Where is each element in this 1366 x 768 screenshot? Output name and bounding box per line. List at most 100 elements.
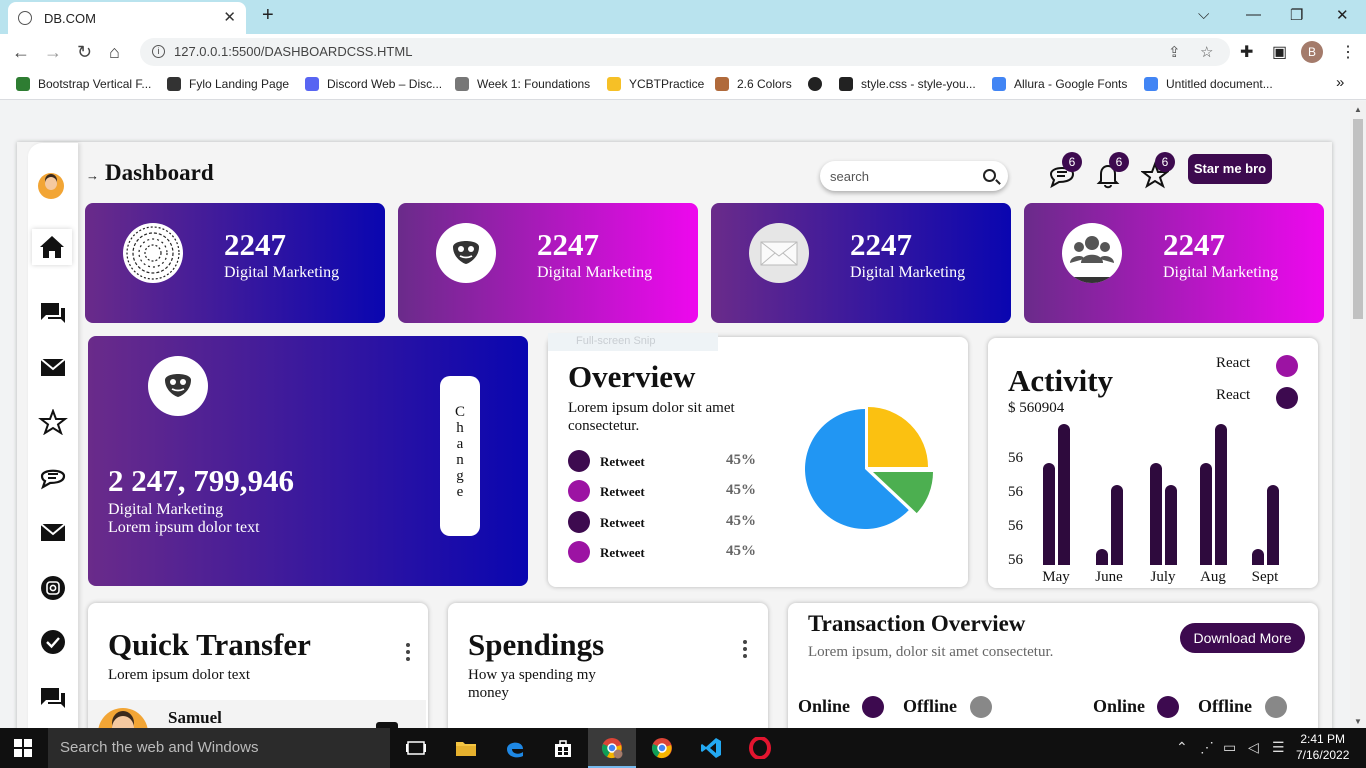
star-icon[interactable] (28, 409, 78, 435)
browser-tab[interactable]: DB.COM ✕ (8, 2, 246, 34)
tab-search-icon[interactable]: ⌵ (1198, 6, 1209, 23)
list-item: Retweet 45% (568, 511, 768, 533)
search-icon[interactable] (983, 169, 996, 182)
bar (1200, 463, 1212, 565)
y-tick-label: 56 (1008, 518, 1023, 534)
reload-icon[interactable]: ↻ (77, 42, 92, 63)
bar (1252, 549, 1264, 565)
taskbar-search-input[interactable]: Search the web and Windows (48, 728, 390, 768)
comment-icon[interactable] (28, 464, 78, 490)
messages-badge: 6 (1062, 152, 1082, 172)
bookmark-star-icon[interactable]: ☆ (1200, 43, 1213, 61)
bar (1111, 484, 1123, 565)
file-explorer-icon[interactable] (455, 737, 477, 759)
share-icon[interactable]: ⇪ (1168, 43, 1181, 61)
robot-face-icon (436, 223, 496, 283)
notification-center-icon[interactable]: ☰ (1272, 739, 1285, 756)
scrollbar-thumb[interactable] (1353, 119, 1363, 319)
minimize-icon[interactable]: — (1246, 6, 1261, 23)
url-field[interactable]: i 127.0.0.1:5500/DASHBOARDCSS.HTML ⇪ ☆ (140, 38, 1230, 66)
bookmark-item[interactable]: Untitled document... (1144, 77, 1273, 91)
sidepanel-icon[interactable]: ▣ (1272, 42, 1287, 62)
more-options-icon[interactable] (406, 643, 410, 661)
home-icon[interactable]: ⌂ (109, 42, 120, 63)
profile-avatar[interactable]: B (1301, 41, 1323, 63)
spendings-title: Spendings (468, 627, 605, 662)
close-tab-icon[interactable]: ✕ (223, 8, 236, 26)
stat-card[interactable]: 2247 Digital Marketing (711, 203, 1011, 323)
stat-card[interactable]: 2247 Digital Marketing (1024, 203, 1324, 323)
stat-label: Digital Marketing (224, 264, 340, 281)
new-tab-button[interactable]: + (262, 4, 274, 27)
chat-icon[interactable] (28, 300, 78, 326)
windows-start-icon[interactable] (14, 739, 32, 757)
bookmark-item[interactable]: YCBTPractice (607, 77, 704, 91)
star-me-button[interactable]: Star me bro (1188, 154, 1272, 184)
tray-chevron-icon[interactable]: ⌃ (1176, 739, 1188, 756)
instagram-icon[interactable] (28, 575, 78, 601)
user-avatar[interactable] (38, 173, 64, 199)
url-text: 127.0.0.1:5500/DASHBOARDCSS.HTML (174, 44, 413, 59)
check-circle-icon[interactable] (28, 629, 78, 655)
volume-icon[interactable]: ◁ (1248, 739, 1259, 756)
status-legend: Offline (1198, 696, 1287, 718)
robot-face-icon (148, 356, 208, 416)
battery-icon[interactable]: ▭ (1223, 739, 1236, 756)
vertical-scrollbar[interactable]: ▲ ▼ (1350, 101, 1366, 728)
info-icon[interactable]: i (152, 45, 165, 58)
bookmark-item[interactable]: Allura - Google Fonts (992, 77, 1127, 91)
stat-card[interactable]: 2247 Digital Marketing (398, 203, 698, 323)
taskbar-clock[interactable]: 2:41 PM 7/16/2022 (1296, 731, 1349, 763)
sidebar-item-home[interactable] (32, 229, 72, 265)
forward-icon[interactable]: → (44, 42, 62, 63)
browser-tab-bar: DB.COM ✕ + ⌵ — ❐ ✕ (0, 0, 1366, 34)
store-icon[interactable] (552, 737, 574, 759)
bar (1150, 463, 1162, 565)
vscode-icon[interactable] (700, 737, 722, 759)
bookmark-item[interactable]: Bootstrap Vertical F... (16, 77, 151, 91)
bookmark-item[interactable]: 2.6 Colors (715, 77, 792, 91)
menu-icon[interactable]: ⋮ (1340, 42, 1356, 62)
task-view-icon[interactable] (405, 737, 427, 759)
chrome-icon[interactable] (651, 737, 673, 759)
list-item[interactable]: Samuel (88, 700, 426, 728)
more-options-icon[interactable] (743, 640, 747, 658)
spendings-subtitle: How ya spending my money (468, 667, 596, 701)
bookmark-item[interactable]: Week 1: Foundations (455, 77, 590, 91)
search-input[interactable]: search (820, 161, 1008, 191)
x-tick-label: June (1095, 569, 1123, 585)
extensions-icon[interactable]: ✚ (1240, 42, 1253, 62)
scroll-up-icon[interactable]: ▲ (1354, 105, 1362, 114)
bookmark-favicon-icon (1144, 77, 1158, 91)
opera-icon[interactable] (749, 737, 771, 759)
windows-taskbar: Search the web and Windows ⌃ ⋰ ▭ ◁ ☰ 2:4… (0, 728, 1366, 768)
legend-dot (1276, 387, 1298, 409)
stat-label: Digital Marketing (1163, 264, 1279, 281)
maximize-icon[interactable]: ❐ (1290, 6, 1303, 24)
transaction-title: Transaction Overview (808, 611, 1026, 636)
more-bookmarks-icon[interactable]: » (1336, 74, 1344, 91)
bookmark-item[interactable] (808, 77, 830, 91)
summary-caption: Lorem ipsum dolor text (108, 519, 260, 536)
back-icon[interactable]: ← (12, 42, 30, 63)
stars-badge: 6 (1155, 152, 1175, 172)
change-label: C h a n g e (455, 404, 469, 500)
stat-card[interactable]: 2247 Digital Marketing (85, 203, 385, 323)
legend-dot (862, 696, 884, 718)
bookmark-favicon-icon (16, 77, 30, 91)
network-icon[interactable]: ⋰ (1200, 739, 1214, 756)
chat-icon[interactable] (28, 685, 78, 711)
bookmark-item[interactable]: Discord Web – Disc... (305, 77, 442, 91)
mail-icon[interactable] (28, 521, 78, 543)
scroll-down-icon[interactable]: ▼ (1354, 717, 1362, 726)
mail-icon[interactable] (28, 356, 78, 378)
bookmark-item[interactable]: Fylo Landing Page (167, 77, 289, 91)
chrome-profile-icon[interactable] (601, 737, 623, 759)
bar (1058, 424, 1070, 565)
download-more-button[interactable]: Download More (1180, 623, 1305, 653)
bookmark-item[interactable]: style.css - style-you... (839, 77, 976, 91)
edge-icon[interactable] (504, 737, 526, 759)
close-window-icon[interactable]: ✕ (1336, 6, 1349, 24)
list-item: Retweet 45% (568, 541, 768, 563)
change-button[interactable]: C h a n g e (440, 376, 480, 536)
